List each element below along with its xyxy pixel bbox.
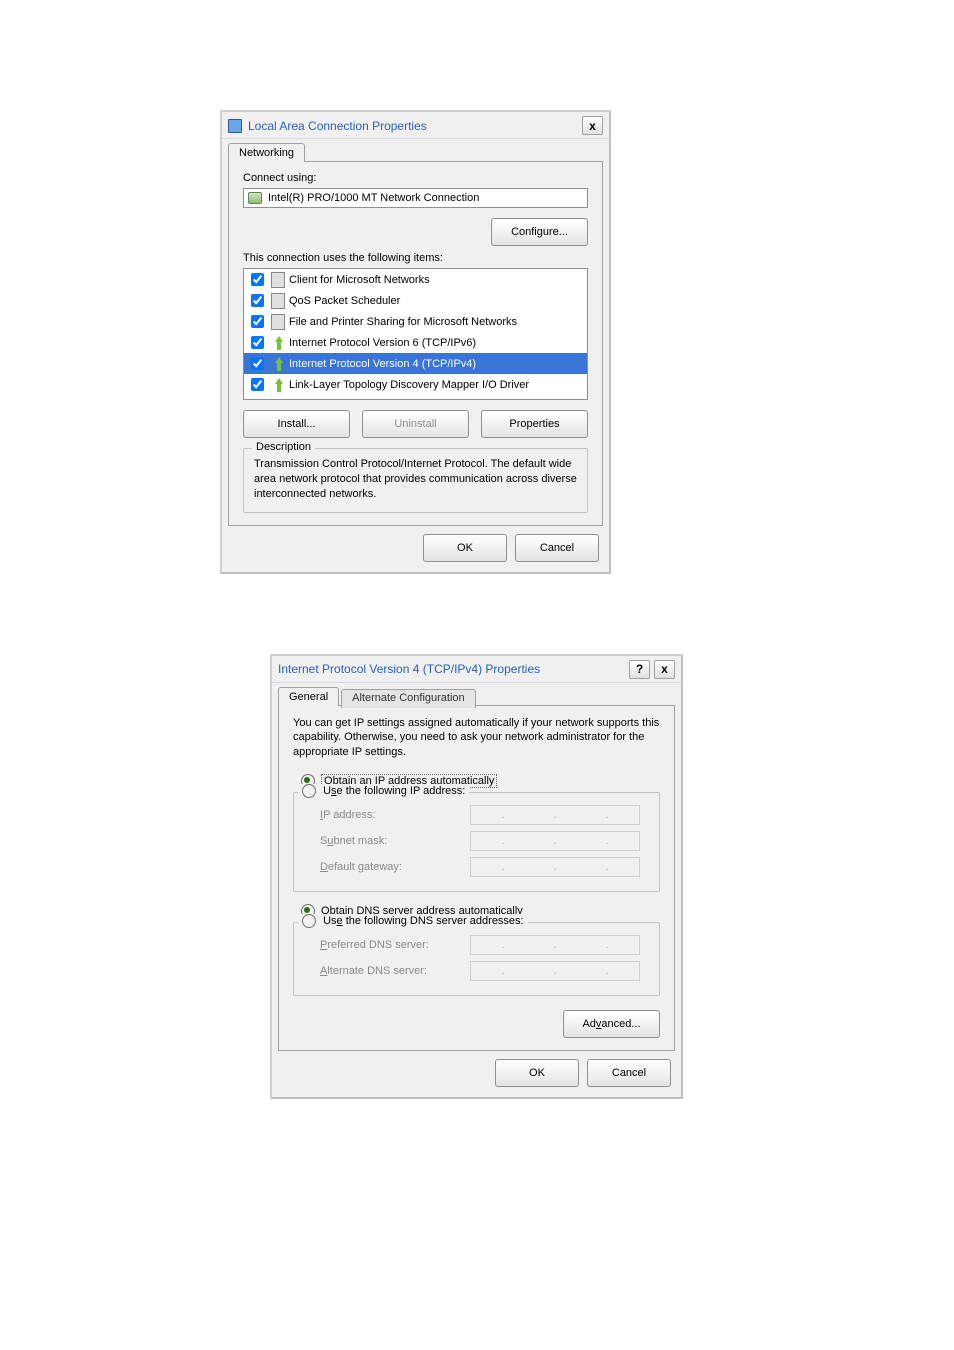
tab-body: You can get IP settings assigned automat…	[278, 705, 675, 1052]
connect-using-label: Connect using:	[243, 172, 588, 184]
install-button[interactable]: Install...	[243, 410, 350, 438]
item-label: Link-Layer Topology Discovery Mapper I/O…	[289, 379, 529, 391]
cancel-button[interactable]: Cancel	[515, 534, 599, 562]
titlebar: Local Area Connection Properties x	[222, 112, 609, 139]
sharing-icon	[271, 315, 285, 329]
protocol-icon	[271, 357, 285, 371]
advanced-button[interactable]: Advanced...	[563, 1010, 660, 1038]
nic-icon	[248, 191, 262, 205]
dns-server-group: Use the following DNS server addresses: …	[293, 922, 660, 996]
protocol-icon	[271, 399, 285, 401]
tab-body: Connect using: Intel(R) PRO/1000 MT Netw…	[228, 161, 603, 526]
tab-networking[interactable]: Networking	[228, 143, 305, 162]
preferred-dns-label: Preferred DNS server:	[320, 939, 470, 951]
alternate-dns-input: ...	[470, 961, 640, 981]
radio-use-following-ip[interactable]: Use the following IP address:	[298, 784, 469, 798]
item-label: Client for Microsoft Networks	[289, 274, 430, 286]
radio-use-following-ip-label: Use the following IP address:	[323, 785, 465, 797]
radio-icon	[302, 784, 316, 798]
description-group-title: Description	[252, 441, 315, 453]
item-label: QoS Packet Scheduler	[289, 295, 400, 307]
item-checkbox[interactable]	[251, 399, 264, 400]
ip-address-label: IP address:	[320, 809, 470, 821]
item-label: Internet Protocol Version 4 (TCP/IPv4)	[289, 358, 476, 370]
ip-address-group: Use the following IP address: IP address…	[293, 792, 660, 892]
default-gateway-input: ...	[470, 857, 640, 877]
tab-alternate-configuration[interactable]: Alternate Configuration	[341, 689, 476, 708]
description-group: Description Transmission Control Protoco…	[243, 448, 588, 513]
item-checkbox[interactable]	[251, 336, 264, 349]
qos-icon	[271, 294, 285, 308]
item-checkbox[interactable]	[251, 315, 264, 328]
description-text: Transmission Control Protocol/Internet P…	[254, 457, 577, 502]
ip-address-input: ...	[470, 805, 640, 825]
ok-button[interactable]: OK	[495, 1059, 579, 1087]
close-button[interactable]: x	[582, 116, 603, 135]
item-checkbox[interactable]	[251, 273, 264, 286]
configure-button[interactable]: Configure...	[491, 218, 588, 246]
tab-strip: Networking	[228, 143, 603, 162]
uninstall-button: Uninstall	[362, 410, 469, 438]
protocol-icon	[271, 378, 285, 392]
subnet-mask-label: Subnet mask:	[320, 835, 470, 847]
item-label: Link-Layer Topology Discovery Responder	[289, 400, 495, 401]
list-item-selected[interactable]: Internet Protocol Version 4 (TCP/IPv4)	[244, 353, 587, 374]
list-item[interactable]: QoS Packet Scheduler	[244, 290, 587, 311]
alternate-dns-label: Alternate DNS server:	[320, 965, 470, 977]
connection-items-listbox[interactable]: Client for Microsoft Networks QoS Packet…	[243, 268, 588, 400]
ok-button[interactable]: OK	[423, 534, 507, 562]
list-item[interactable]: Link-Layer Topology Discovery Responder	[244, 395, 587, 400]
tab-strip: General Alternate Configuration	[278, 687, 675, 706]
item-checkbox[interactable]	[251, 294, 264, 307]
titlebar: Internet Protocol Version 4 (TCP/IPv4) P…	[272, 656, 681, 683]
window-title: Local Area Connection Properties	[248, 119, 427, 133]
list-item[interactable]: File and Printer Sharing for Microsoft N…	[244, 311, 587, 332]
default-gateway-label: Default gateway:	[320, 861, 470, 873]
close-button[interactable]: x	[654, 660, 675, 679]
item-checkbox[interactable]	[251, 378, 264, 391]
radio-icon	[302, 914, 316, 928]
window-title: Internet Protocol Version 4 (TCP/IPv4) P…	[278, 662, 540, 676]
item-checkbox[interactable]	[251, 357, 264, 370]
items-label: This connection uses the following items…	[243, 252, 588, 264]
help-button[interactable]: ?	[629, 660, 650, 679]
adapter-field[interactable]: Intel(R) PRO/1000 MT Network Connection	[243, 188, 588, 208]
properties-button[interactable]: Properties	[481, 410, 588, 438]
list-item[interactable]: Link-Layer Topology Discovery Mapper I/O…	[244, 374, 587, 395]
radio-use-following-dns-label: Use the following DNS server addresses:	[323, 915, 524, 927]
lan-properties-dialog: Local Area Connection Properties x Netwo…	[220, 110, 611, 574]
adapter-name: Intel(R) PRO/1000 MT Network Connection	[268, 192, 479, 204]
window-icon	[228, 119, 242, 133]
subnet-mask-input: ...	[470, 831, 640, 851]
radio-use-following-dns[interactable]: Use the following DNS server addresses:	[298, 914, 528, 928]
item-label: File and Printer Sharing for Microsoft N…	[289, 316, 517, 328]
list-item[interactable]: Client for Microsoft Networks	[244, 269, 587, 290]
protocol-icon	[271, 336, 285, 350]
item-label: Internet Protocol Version 6 (TCP/IPv6)	[289, 337, 476, 349]
ipv4-properties-dialog: Internet Protocol Version 4 (TCP/IPv4) P…	[270, 654, 683, 1100]
preferred-dns-input: ...	[470, 935, 640, 955]
client-icon	[271, 273, 285, 287]
cancel-button[interactable]: Cancel	[587, 1059, 671, 1087]
list-item[interactable]: Internet Protocol Version 6 (TCP/IPv6)	[244, 332, 587, 353]
info-text: You can get IP settings assigned automat…	[293, 716, 660, 761]
tab-general[interactable]: General	[278, 687, 339, 706]
